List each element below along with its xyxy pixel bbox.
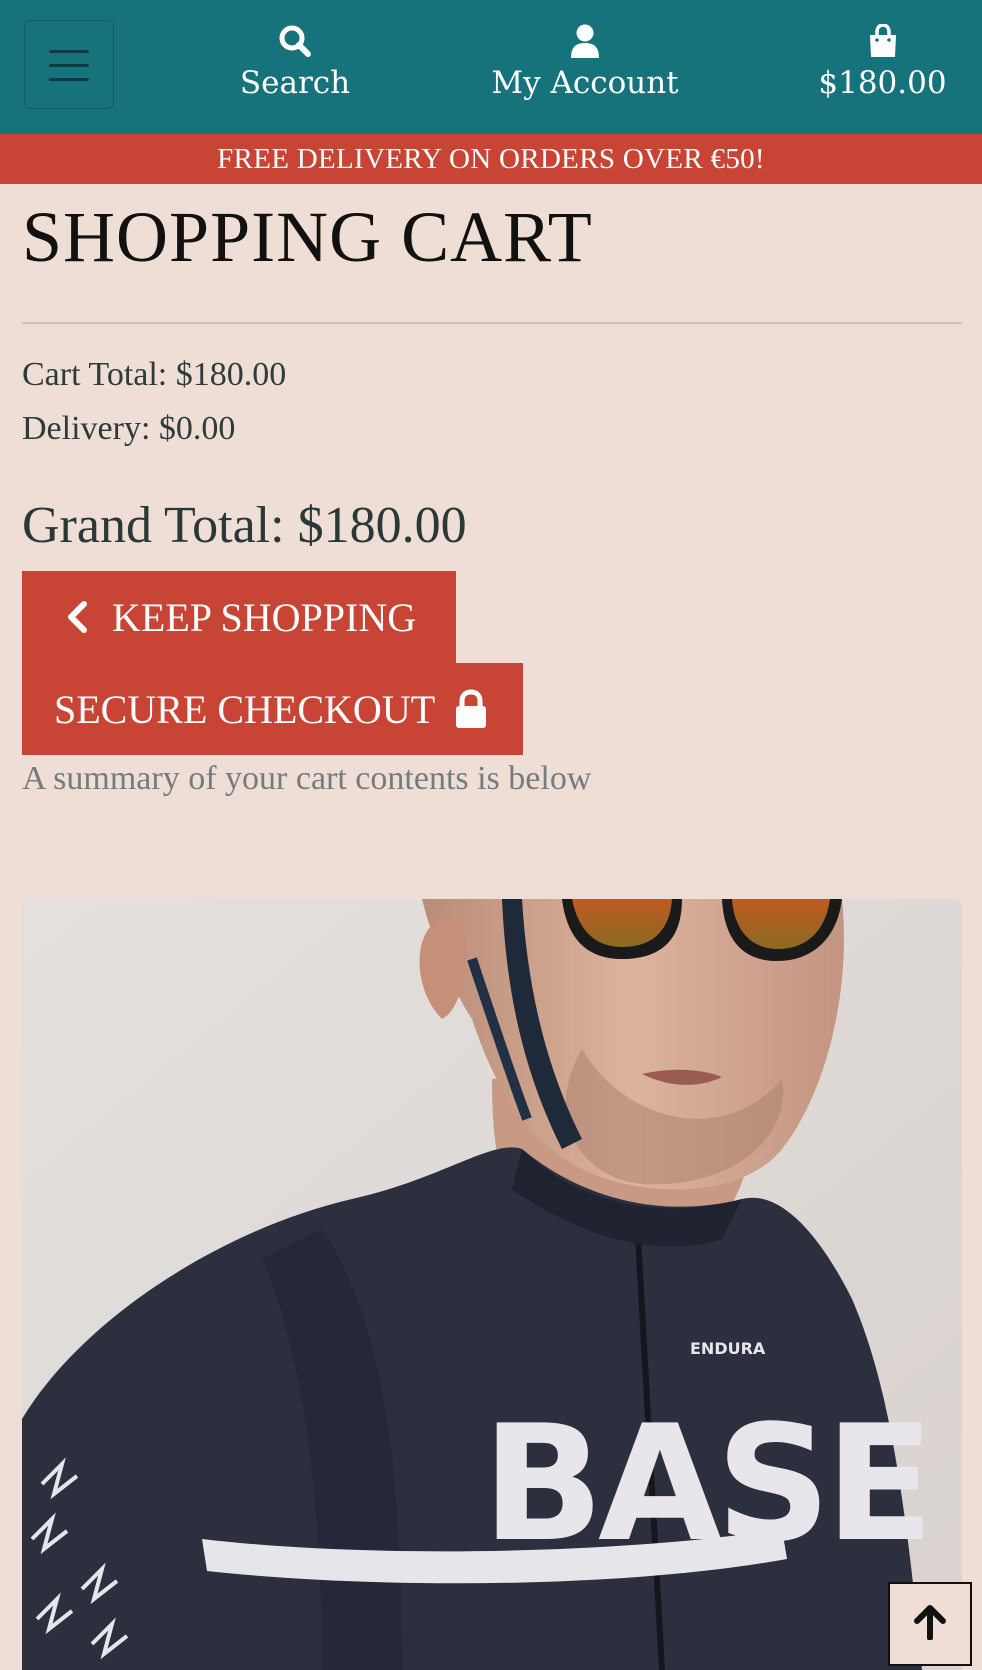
search-nav-link[interactable]: Search: [225, 22, 365, 106]
jersey-logo: ENDURA: [690, 1339, 766, 1358]
secure-checkout-button[interactable]: SECURE CHECKOUT: [22, 663, 523, 755]
hamburger-icon-bar: [49, 64, 89, 67]
cart-nav-link[interactable]: $180.00: [800, 22, 965, 106]
back-to-top-button[interactable]: [888, 1582, 972, 1666]
cart-total-label: $180.00: [818, 65, 947, 101]
menu-toggle-button[interactable]: [24, 20, 114, 109]
hamburger-icon-bar: [49, 50, 89, 53]
shopping-bag-icon: [800, 22, 965, 58]
chevron-left-icon: [66, 600, 88, 634]
lock-icon: [453, 689, 489, 729]
keep-shopping-label: KEEP SHOPPING: [112, 594, 417, 640]
page-title: SHOPPING CART: [22, 197, 593, 277]
arrow-up-icon: [913, 1604, 947, 1644]
secure-checkout-label: SECURE CHECKOUT: [54, 686, 436, 732]
my-account-label: My Account: [491, 65, 679, 101]
cart-total-text: Cart Total: $180.00: [22, 356, 287, 393]
top-navbar: Search My Account $180.00: [0, 0, 982, 134]
my-account-nav-link[interactable]: My Account: [480, 22, 690, 106]
divider: [22, 322, 962, 324]
search-icon: [225, 22, 365, 58]
search-label: Search: [239, 65, 351, 101]
keep-shopping-button[interactable]: KEEP SHOPPING: [22, 571, 456, 663]
grand-total-text: Grand Total: $180.00: [22, 497, 467, 554]
free-delivery-banner: FREE DELIVERY ON ORDERS OVER €50!: [0, 134, 982, 184]
user-icon: [480, 22, 690, 58]
cart-summary-note: A summary of your cart contents is below: [22, 760, 592, 797]
delivery-text: Delivery: $0.00: [22, 410, 236, 447]
product-image[interactable]: BASE ENDURA: [22, 899, 962, 1670]
hamburger-icon-bar: [49, 78, 89, 81]
